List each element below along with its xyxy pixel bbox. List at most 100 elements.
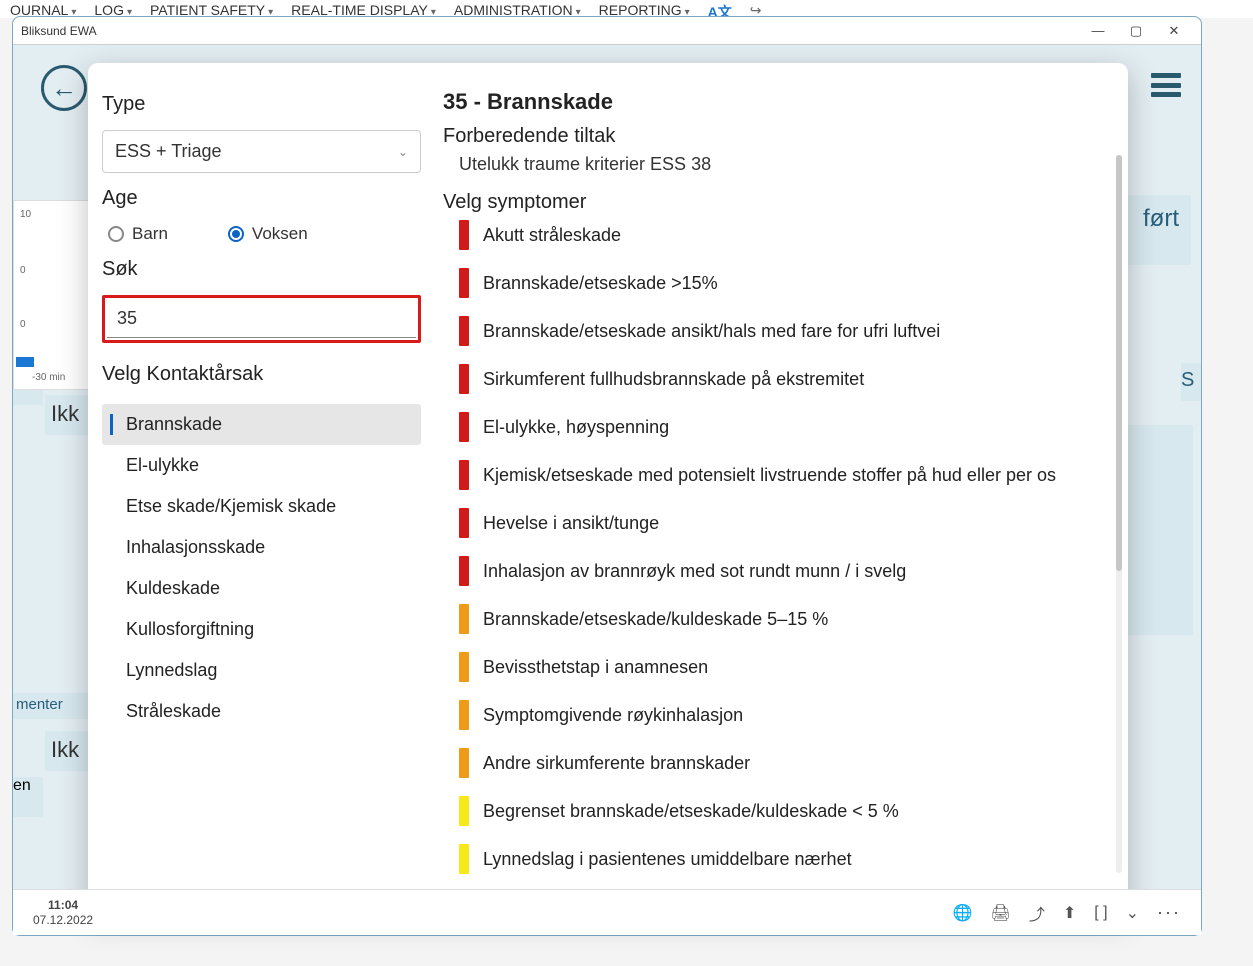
scrollbar[interactable]: [1116, 155, 1122, 873]
type-select[interactable]: ESS + Triage ⌄: [102, 130, 421, 173]
printer-icon[interactable]: 🖨: [991, 903, 1011, 923]
age-radio-group: Barn Voksen: [102, 224, 421, 244]
symptom-item[interactable]: Inhalasjon av brannrøyk med sot rundt mu…: [459, 556, 1108, 586]
status-date: 07.12.2022: [33, 913, 93, 927]
search-input[interactable]: [107, 300, 416, 338]
radio-icon: [108, 226, 124, 242]
share-icon[interactable]: ⤴: [1029, 901, 1045, 925]
symptom-label: Brannskade/etseskade ansikt/hals med far…: [483, 321, 940, 342]
symptom-label: Kjemisk/etseskade med potensielt livstru…: [483, 465, 1056, 486]
symptom-label: Symptomgivende røykinhalasjon: [483, 705, 743, 726]
symptom-item[interactable]: Akutt stråleskade: [459, 220, 1108, 250]
window-minimize-button[interactable]: —: [1079, 23, 1117, 38]
chart-bar: [16, 357, 34, 367]
severity-bar: [459, 412, 469, 442]
severity-bar: [459, 364, 469, 394]
symptom-item[interactable]: Kjemisk/etseskade med potensielt livstru…: [459, 460, 1108, 490]
contact-item[interactable]: Stråleskade: [102, 691, 421, 732]
window-title: Bliksund EWA: [21, 24, 1079, 38]
app-window: Bliksund EWA — ▢ ✕ ← Manesvannen rename …: [12, 16, 1202, 936]
bg-menu-item[interactable]: OURNAL▾: [10, 2, 76, 16]
symptom-item[interactable]: El-ulykke, høyspenning: [459, 412, 1108, 442]
severity-bar: [459, 556, 469, 586]
symptom-item[interactable]: Bevissthetstap i anamnesen: [459, 652, 1108, 682]
window-maximize-button[interactable]: ▢: [1117, 23, 1155, 39]
detail-title: 35 - Brannskade: [443, 89, 1108, 115]
prep-line: Utelukk traume kriterier ESS 38: [443, 154, 1108, 175]
prep-header: Forberedende tiltak: [443, 125, 1108, 148]
severity-bar: [459, 748, 469, 778]
symptom-header: Velg symptomer: [443, 191, 1108, 214]
severity-bar: [459, 796, 469, 826]
chart-tick: 10: [20, 209, 31, 220]
severity-bar: [459, 700, 469, 730]
more-icon[interactable]: ···: [1157, 902, 1181, 923]
symptom-item[interactable]: Lynnedslag i pasientenes umiddelbare nær…: [459, 844, 1108, 874]
severity-bar: [459, 316, 469, 346]
type-select-value: ESS + Triage: [115, 141, 222, 162]
contact-item[interactable]: Kuldeskade: [102, 568, 421, 609]
symptom-label: Lynnedslag i pasientenes umiddelbare nær…: [483, 849, 852, 870]
symptom-item[interactable]: Hevelse i ansikt/tunge: [459, 508, 1108, 538]
symptom-item[interactable]: Symptomgivende røykinhalasjon: [459, 700, 1108, 730]
search-label: Søk: [102, 258, 421, 281]
modal-left-panel: Type ESS + Triage ⌄ Age Barn Voksen: [88, 63, 433, 913]
severity-bar: [459, 268, 469, 298]
severity-bar: [459, 460, 469, 490]
bg-menu-item[interactable]: PATIENT SAFETY▾: [150, 2, 273, 16]
contact-item[interactable]: Brannskade: [102, 404, 421, 445]
radio-label: Barn: [132, 224, 168, 244]
symptom-list: Akutt stråleskade Brannskade/etseskade >1…: [443, 220, 1108, 874]
bg-panel: en: [13, 777, 43, 817]
severity-bar: [459, 604, 469, 634]
status-bar: 11:04 07.12.2022 🌐 🖨 ⤴ ⬆ [ ] ⌄ ···: [13, 889, 1201, 935]
contact-item[interactable]: Kullosforgiftning: [102, 609, 421, 650]
radio-label: Voksen: [252, 224, 308, 244]
symptom-label: Brannskade/etseskade/kuldeskade 5–15 %: [483, 609, 828, 630]
bg-menu-item[interactable]: ADMINISTRATION▾: [454, 2, 581, 16]
chart-tick: 0: [20, 265, 26, 276]
window-close-button[interactable]: ✕: [1155, 23, 1193, 39]
chart-x-label: -30 min: [32, 372, 65, 383]
mini-chart: 10 0 0 -30 min: [13, 200, 93, 390]
symptom-label: Brannskade/etseskade >15%: [483, 273, 718, 294]
status-time-block: 11:04 07.12.2022: [33, 898, 93, 927]
bg-menu-item[interactable]: REAL-TIME DISPLAY▾: [291, 2, 436, 16]
back-button[interactable]: ←: [41, 65, 87, 111]
contact-item[interactable]: Inhalasjonsskade: [102, 527, 421, 568]
triage-modal: Type ESS + Triage ⌄ Age Barn Voksen: [88, 63, 1128, 913]
severity-bar: [459, 220, 469, 250]
symptom-item[interactable]: Brannskade/etseskade ansikt/hals med far…: [459, 316, 1108, 346]
severity-bar: [459, 652, 469, 682]
scrollbar-thumb[interactable]: [1116, 155, 1122, 571]
bg-menu-item[interactable]: REPORTING▾: [599, 2, 690, 16]
chevron-down-icon[interactable]: ⌄: [1126, 903, 1139, 923]
symptom-label: Akutt stråleskade: [483, 225, 621, 246]
expand-icon[interactable]: [ ]: [1094, 904, 1107, 922]
globe-icon[interactable]: 🌐: [953, 903, 973, 923]
radio-voksen[interactable]: Voksen: [228, 224, 308, 244]
symptom-item[interactable]: Brannskade/etseskade/kuldeskade 5–15 %: [459, 604, 1108, 634]
chart-tick: 0: [20, 319, 26, 330]
logout-icon[interactable]: ↪: [750, 2, 762, 16]
hamburger-menu-icon[interactable]: [1151, 73, 1181, 97]
symptom-item[interactable]: Brannskade/etseskade >15%: [459, 268, 1108, 298]
symptom-item[interactable]: Sirkumferent fullhudsbrannskade på ekstr…: [459, 364, 1108, 394]
upload-icon[interactable]: ⬆: [1063, 903, 1076, 923]
contact-item[interactable]: Etse skade/Kjemisk skade: [102, 486, 421, 527]
search-highlight-box: [102, 295, 421, 343]
bg-panel: menter: [13, 693, 98, 719]
symptom-label: Hevelse i ansikt/tunge: [483, 513, 659, 534]
symptom-item[interactable]: Andre sirkumferente brannskader: [459, 748, 1108, 778]
symptom-item[interactable]: Begrenset brannskade/etseskade/kuldeskad…: [459, 796, 1108, 826]
translate-icon[interactable]: A文: [708, 2, 732, 16]
contact-reason-list: BrannskadeEl-ulykkeEtse skade/Kjemisk sk…: [102, 404, 421, 732]
contact-item[interactable]: El-ulykke: [102, 445, 421, 486]
contact-item[interactable]: Lynnedslag: [102, 650, 421, 691]
contact-reason-label: Velg Kontaktårsak: [102, 363, 421, 386]
symptom-label: Inhalasjon av brannrøyk med sot rundt mu…: [483, 561, 906, 582]
status-time: 11:04: [33, 898, 93, 912]
bg-menu-item[interactable]: LOG▾: [94, 2, 132, 16]
window-titlebar: Bliksund EWA — ▢ ✕: [13, 17, 1201, 45]
radio-barn[interactable]: Barn: [108, 224, 168, 244]
